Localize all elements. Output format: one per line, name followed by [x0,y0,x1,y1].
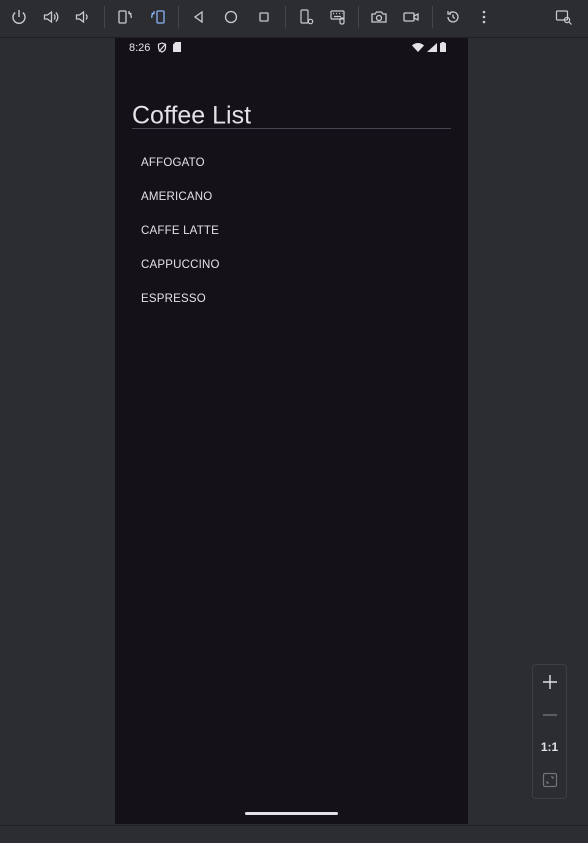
rotate-right-icon[interactable] [145,5,171,29]
camera-icon[interactable] [366,5,392,29]
coffee-list: AFFOGATO AMERICANO CAFFE LATTE CAPPUCCIN… [115,146,468,316]
zoom-actual-size-button[interactable]: 1:1 [533,731,566,763]
device-screen[interactable]: 8:26 Coffee List AFFOGATO AMERICANO CAFF [115,38,468,824]
reset-icon[interactable] [440,5,466,29]
status-bar: 8:26 [115,38,468,58]
overview-icon[interactable] [251,5,277,29]
coffee-item-espresso[interactable]: ESPRESSO [115,282,468,316]
emulator-toolbar [0,0,588,38]
coffee-item-caffe-latte[interactable]: CAFFE LATTE [115,214,468,248]
volume-up-icon[interactable] [38,5,64,29]
video-record-icon[interactable] [398,5,424,29]
back-icon[interactable] [186,5,212,29]
coffee-item-americano[interactable]: AMERICANO [115,180,468,214]
keyboard-icon[interactable] [325,5,351,29]
fit-screen-icon[interactable] [533,764,566,796]
zoom-panel: 1:1 [532,664,567,799]
zoom-in-icon[interactable] [533,666,566,698]
sd-card-icon [173,42,181,53]
bottom-status-bar [0,825,588,843]
toolbar-separator [285,6,286,28]
device-settings-icon[interactable] [293,5,319,29]
home-icon[interactable] [218,5,244,29]
toolbar-separator [178,6,179,28]
signal-icon [427,42,437,52]
wifi-icon [412,42,424,52]
title-divider [132,128,451,129]
more-options-icon[interactable] [471,5,497,29]
battery-icon [440,42,446,52]
window-search-icon[interactable] [551,5,577,29]
power-icon[interactable] [6,5,32,29]
gesture-home-bar[interactable] [245,812,338,815]
shield-icon [157,42,167,53]
zoom-out-icon[interactable] [533,699,566,731]
coffee-item-affogato[interactable]: AFFOGATO [115,146,468,180]
rotate-left-icon[interactable] [112,5,138,29]
toolbar-separator [104,6,105,28]
toolbar-separator [432,6,433,28]
volume-down-icon[interactable] [69,5,95,29]
zoom-ratio-label: 1:1 [540,740,559,754]
coffee-item-cappuccino[interactable]: CAPPUCCINO [115,248,468,282]
status-time: 8:26 [129,42,151,54]
page-title: Coffee List [132,101,252,130]
toolbar-separator [358,6,359,28]
